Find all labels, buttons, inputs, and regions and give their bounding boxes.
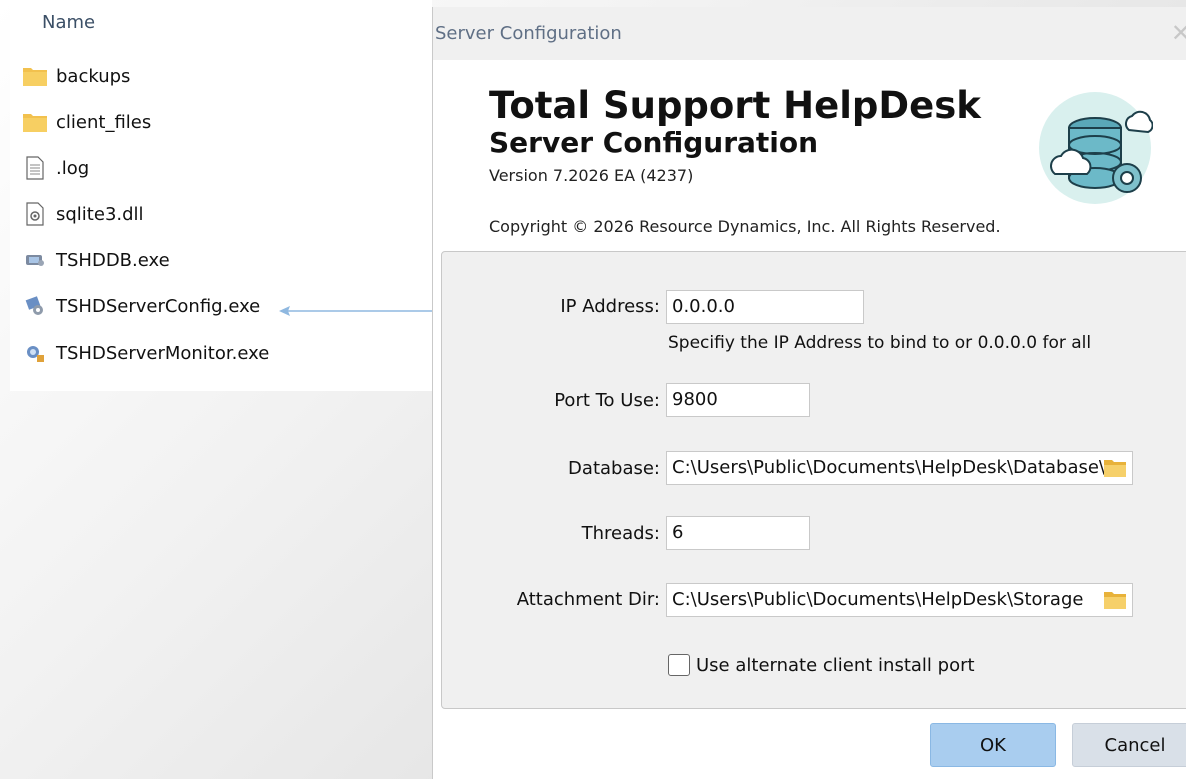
file-row-log[interactable]: .log: [22, 153, 89, 183]
ip-address-hint: Specifiy the IP Address to bind to or 0.…: [668, 333, 1092, 353]
file-name: TSHDServerConfig.exe: [56, 295, 261, 317]
file-name: TSHDServerMonitor.exe: [56, 342, 270, 364]
dialog-titlebar[interactable]: Server Configuration ✕: [433, 7, 1186, 60]
folder-icon: [22, 109, 48, 135]
attachment-dir-input[interactable]: C:\Users\Public\Documents\HelpDesk\Stora…: [666, 583, 1133, 617]
file-row-backups[interactable]: backups: [22, 61, 130, 91]
database-input[interactable]: C:\Users\Public\Documents\HelpDesk\Datab…: [666, 451, 1133, 485]
alternate-port-checkbox[interactable]: [668, 654, 690, 676]
ok-button[interactable]: OK: [930, 723, 1056, 767]
copyright-text: Copyright © 2026 Resource Dynamics, Inc.…: [489, 217, 1001, 236]
folder-icon: [22, 63, 48, 89]
database-folder-icon[interactable]: [1103, 458, 1127, 478]
attachment-dir-label: Attachment Dir:: [516, 589, 660, 610]
version-text: Version 7.2026 EA (4237): [489, 166, 694, 185]
file-row-tshddb-exe[interactable]: TSHDDB.exe: [22, 245, 170, 275]
file-name: .log: [56, 157, 90, 179]
configuration-form: IP Address: 0.0.0.0 Specifiy the IP Addr…: [441, 251, 1186, 709]
file-explorer-panel: Name ^ backups client_files .log sqlite3…: [10, 0, 432, 391]
alternate-port-label: Use alternate client install port: [696, 655, 975, 676]
dialog-title: Server Configuration: [435, 23, 622, 44]
database-cloud-gear-icon: [1039, 92, 1153, 204]
file-name: sqlite3.dll: [56, 203, 144, 225]
port-input[interactable]: 9800: [666, 383, 810, 417]
attachment-folder-icon[interactable]: [1103, 590, 1127, 610]
threads-input[interactable]: 6: [666, 516, 810, 550]
file-name: client_files: [56, 111, 152, 133]
column-header-name[interactable]: Name: [42, 12, 95, 33]
product-name: Total Support HelpDesk: [489, 84, 981, 127]
monitor-exe-icon: [22, 340, 48, 366]
text-file-icon: [22, 155, 48, 181]
file-row-client-files[interactable]: client_files: [22, 107, 151, 137]
sort-indicator-icon: ^: [232, 0, 243, 8]
file-row-sqlite3-dll[interactable]: sqlite3.dll: [22, 199, 144, 229]
config-exe-icon: [22, 293, 48, 319]
cancel-button[interactable]: Cancel: [1072, 723, 1186, 767]
dll-file-icon: [22, 201, 48, 227]
product-subtitle: Server Configuration: [489, 126, 819, 159]
file-name: backups: [56, 65, 131, 87]
ip-address-label: IP Address:: [560, 296, 660, 317]
file-row-tshdserverconfig-exe[interactable]: TSHDServerConfig.exe: [22, 291, 260, 321]
product-banner: Total Support HelpDesk Server Configurat…: [433, 60, 1186, 245]
file-name: TSHDDB.exe: [56, 249, 170, 271]
port-label: Port To Use:: [554, 390, 660, 411]
close-icon[interactable]: ✕: [1171, 19, 1186, 47]
database-label: Database:: [568, 458, 660, 479]
ip-address-input[interactable]: 0.0.0.0: [666, 290, 864, 324]
file-row-tshdservermonitor-exe[interactable]: TSHDServerMonitor.exe: [22, 338, 269, 368]
threads-label: Threads:: [581, 523, 660, 544]
server-configuration-dialog: Server Configuration ✕ Total Support Hel…: [432, 7, 1186, 779]
database-exe-icon: [22, 247, 48, 273]
